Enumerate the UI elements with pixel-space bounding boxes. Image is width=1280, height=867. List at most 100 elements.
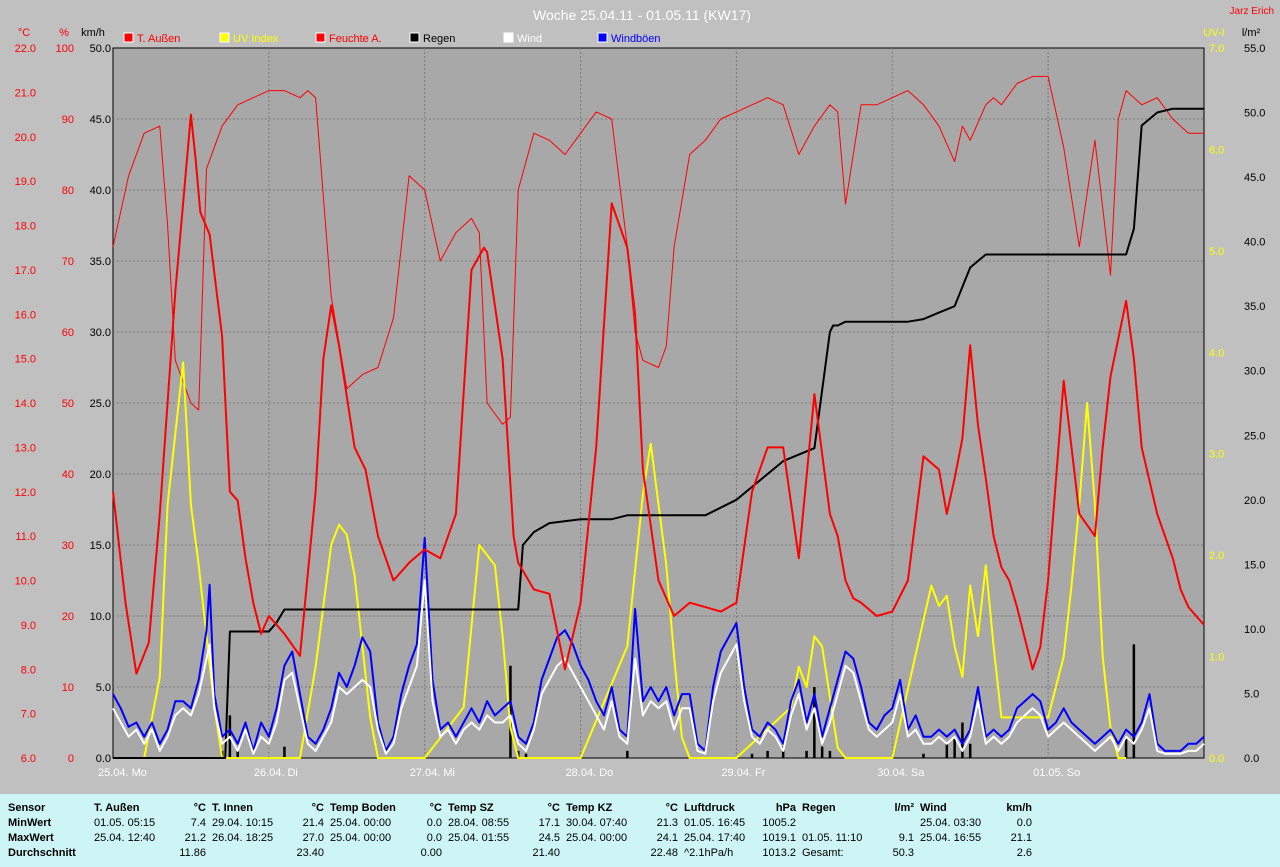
stat-min-value: 0.0 <box>1016 817 1032 829</box>
x-tick-label: 29.04. Fr <box>721 767 765 779</box>
stat-sensor-name: Regen <box>802 802 836 814</box>
tick-label-temp-c: 12.0 <box>15 487 36 499</box>
stat-average-label: ^2.1hPa/h <box>684 847 734 859</box>
stat-sensor-name: Temp KZ <box>566 802 613 814</box>
stat-min-value: 17.1 <box>538 817 560 829</box>
stat-sensor-name: T. Innen <box>212 802 253 814</box>
stat-max-value: 0.0 <box>426 832 442 844</box>
stat-column: T. Außen °C 01.05. 05:15 7.4 25.04. 12:40 21.… <box>94 794 206 867</box>
legend-swatch <box>597 32 608 43</box>
stat-unit: °C <box>547 802 560 814</box>
stat-average: 2.6 <box>1016 847 1032 859</box>
stat-unit: hPa <box>775 802 796 814</box>
stat-min-value: 0.0 <box>426 817 442 829</box>
stat-max-time: 25.04. 01:55 <box>448 832 510 844</box>
tick-label-wind-kmh: 45.0 <box>90 114 111 126</box>
tick-label-wind-kmh: 10.0 <box>90 611 111 623</box>
rain-axis-unit: l/m² <box>1242 27 1261 39</box>
tick-label-humidity-pct: 20 <box>62 611 74 623</box>
tick-label-rain-lm2: 55.0 <box>1244 43 1265 55</box>
x-tick-label: 26.04. Di <box>254 767 298 779</box>
tick-label-rain-lm2: 25.0 <box>1244 430 1265 442</box>
stat-sensor-name: Temp Boden <box>330 802 396 814</box>
stat-average: 1013.2 <box>762 847 796 859</box>
tick-label-wind-kmh: 15.0 <box>90 540 111 552</box>
stat-average: 0.00 <box>420 847 442 859</box>
tick-label-humidity-pct: 50 <box>62 398 74 410</box>
tick-label-uv: 0.0 <box>1209 753 1224 765</box>
stat-column: Temp KZ °C 30.04. 07:40 21.3 25.04. 00:00 24.… <box>566 794 678 867</box>
tick-label-humidity-pct: 60 <box>62 327 74 339</box>
legend-swatch <box>123 32 134 43</box>
stat-max-time: 25.04. 00:00 <box>330 832 392 844</box>
stat-max-value: 9.1 <box>898 832 914 844</box>
x-tick-label: 28.04. Do <box>566 767 614 779</box>
tick-label-uv: 4.0 <box>1209 347 1224 359</box>
legend-swatch <box>503 32 514 43</box>
stat-column: Regen l/m² 01.05. 11:10 9.1 50.3 Gesamt: <box>802 794 914 867</box>
stat-column: Temp Boden °C 25.04. 00:00 0.0 25.04. 00:00 0… <box>330 794 442 867</box>
tick-label-wind-kmh: 20.0 <box>90 469 111 481</box>
tick-label-humidity-pct: 70 <box>62 256 74 268</box>
label-sensor: Sensor <box>8 802 46 814</box>
tick-label-temp-c: 20.0 <box>15 132 36 144</box>
tick-label-temp-c: 7.0 <box>21 709 36 721</box>
tick-label-wind-kmh: 35.0 <box>90 256 111 268</box>
stat-unit: °C <box>665 802 678 814</box>
tick-label-wind-kmh: 50.0 <box>90 43 111 55</box>
stat-min-value: 7.4 <box>190 817 206 829</box>
stat-average-label: Gesamt: <box>802 847 844 859</box>
legend-label: Regen <box>423 33 455 45</box>
tick-label-rain-lm2: 20.0 <box>1244 495 1265 507</box>
stat-max-time: 25.04. 12:40 <box>94 832 156 844</box>
x-tick-label: 01.05. So <box>1033 767 1080 779</box>
tick-label-temp-c: 16.0 <box>15 309 36 321</box>
tick-label-humidity-pct: 10 <box>62 682 74 694</box>
tick-label-temp-c: 19.0 <box>15 176 36 188</box>
tick-label-temp-c: 22.0 <box>15 43 36 55</box>
stat-max-value: 24.1 <box>656 832 678 844</box>
stat-max-value: 1019.1 <box>762 832 796 844</box>
label-minwert: MinWert <box>8 817 52 829</box>
tick-label-humidity-pct: 40 <box>62 469 74 481</box>
stat-min-time: 25.04. 00:00 <box>330 817 392 829</box>
tick-label-wind-kmh: 25.0 <box>90 398 111 410</box>
tick-label-wind-kmh: 5.0 <box>96 682 111 694</box>
legend-label: Feuchte A. <box>329 33 382 45</box>
row-labels: Sensor MinWert MaxWert Durchschnitt <box>8 794 92 867</box>
tick-label-uv: 3.0 <box>1209 449 1224 461</box>
label-durchschnitt: Durchschnitt <box>8 847 76 859</box>
tick-label-rain-lm2: 5.0 <box>1244 688 1259 700</box>
label-maxwert: MaxWert <box>8 832 54 844</box>
stat-unit: °C <box>193 802 206 814</box>
stat-min-time: 30.04. 07:40 <box>566 817 628 829</box>
legend-label: Wind <box>517 33 542 45</box>
tick-label-humidity-pct: 100 <box>56 43 74 55</box>
tick-label-wind-kmh: 30.0 <box>90 327 111 339</box>
tick-label-humidity-pct: 30 <box>62 540 74 552</box>
stat-unit: l/m² <box>894 802 914 814</box>
stat-max-time: 25.04. 17:40 <box>684 832 746 844</box>
x-tick-label: 25.04. Mo <box>98 767 147 779</box>
tick-label-rain-lm2: 15.0 <box>1244 559 1265 571</box>
stat-min-time: 01.05. 05:15 <box>94 817 156 829</box>
humidity-axis-unit: % <box>59 27 69 39</box>
temp-axis-unit: °C <box>18 27 30 39</box>
stat-min-time: 01.05. 16:45 <box>684 817 746 829</box>
statistics-table: Sensor MinWert MaxWert Durchschnitt T. A… <box>0 794 1280 867</box>
stat-max-value: 27.0 <box>302 832 324 844</box>
stat-average: 21.40 <box>532 847 560 859</box>
stat-max-value: 21.2 <box>184 832 206 844</box>
stat-average: 50.3 <box>892 847 914 859</box>
tick-label-temp-c: 13.0 <box>15 442 36 454</box>
legend-swatch <box>409 32 420 43</box>
chart-author: Jarz Erich <box>1230 6 1274 17</box>
stat-max-value: 21.1 <box>1010 832 1032 844</box>
tick-label-rain-lm2: 40.0 <box>1244 237 1265 249</box>
tick-label-temp-c: 17.0 <box>15 265 36 277</box>
stat-min-time: 29.04. 10:15 <box>212 817 274 829</box>
wind-axis-unit: km/h <box>81 27 105 39</box>
tick-label-humidity-pct: 90 <box>62 114 74 126</box>
stat-column: Luftdruck hPa 01.05. 16:45 1005.2 25.04. 17:… <box>684 794 796 867</box>
stat-min-time: 25.04. 03:30 <box>920 817 982 829</box>
